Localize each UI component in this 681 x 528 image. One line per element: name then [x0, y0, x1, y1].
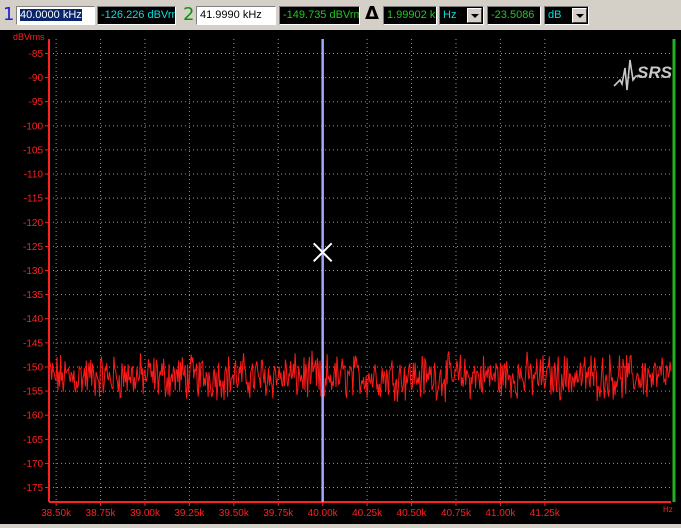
y-axis-label: dBVrms: [13, 32, 45, 42]
delta-icon: Δ: [365, 3, 379, 24]
y-tick-label: -170: [23, 459, 43, 470]
y-tick-label: -100: [23, 121, 43, 132]
cursor2-label: 2: [183, 4, 195, 25]
cursor1-frequency-text: 40.0000 kHz: [20, 9, 82, 21]
cursor1-level-display: -126.226 dBVrms: [97, 6, 176, 25]
delta-frequency-unit-select[interactable]: Hz: [439, 6, 484, 25]
plot-axes: -85 -90 -95 -100 -105 -110 -115 -120 -125 -130 -13…: [23, 39, 671, 519]
chevron-down-icon[interactable]: [572, 8, 587, 23]
x-tick-label: 39.00k: [130, 508, 161, 519]
y-tick-label: -175: [23, 483, 43, 494]
y-tick-label: -95: [29, 97, 44, 108]
y-tick-label: -110: [24, 170, 44, 181]
plot-grid: [49, 39, 671, 502]
x-tick-label: 40.50k: [397, 508, 428, 519]
spectrum-chart[interactable]: dBVrms -85 -90 -95 -100 -105 -110 -115 -120 -125…: [0, 30, 681, 524]
x-tick-label: 40.25k: [352, 508, 383, 519]
cursor1-frequency-input[interactable]: 40.0000 kHz: [16, 6, 95, 25]
noise-floor-trace: [48, 350, 672, 403]
x-tick-label: 40.00k: [308, 508, 339, 519]
y-tick-label: -135: [23, 290, 43, 301]
trace-layer: [48, 350, 672, 403]
x-tick-label: 41.00k: [485, 508, 516, 519]
x-tick-label: 38.75k: [86, 508, 117, 519]
y-tick-label: -85: [29, 49, 44, 60]
delta-frequency-unit-value: Hz: [443, 9, 457, 21]
x-tick-label: 39.75k: [263, 508, 294, 519]
cursor2-frequency-input[interactable]: 41.9990 kHz: [196, 6, 276, 25]
y-tick-label: -160: [23, 411, 43, 422]
cursor1-label: 1: [3, 4, 15, 25]
srs-waveform-logo: SRS: [613, 59, 673, 91]
cursor-readout-toolbar: 1 40.0000 kHz -126.226 dBVrms 2 41.9990 …: [0, 0, 681, 31]
y-tick-label: -155: [23, 387, 43, 398]
y-tick-label: -120: [23, 218, 43, 229]
x-tick-label: 39.25k: [174, 508, 205, 519]
x-axis-unit-label: Hz: [663, 505, 673, 514]
y-tick-label: -150: [23, 362, 43, 373]
y-tick-label: -140: [23, 314, 43, 325]
chevron-down-icon[interactable]: [467, 8, 482, 23]
delta-level-unit-select[interactable]: dB: [544, 6, 589, 25]
y-tick-label: -90: [29, 73, 44, 84]
x-tick-label: 39.50k: [219, 508, 250, 519]
delta-level-unit-value: dB: [548, 9, 562, 21]
y-tick-label: -115: [24, 194, 44, 205]
y-tick-label: -125: [23, 242, 43, 253]
srs-logo-text: SRS: [637, 63, 673, 82]
y-tick-label: -145: [23, 338, 43, 349]
spectrum-plot-area[interactable]: dBVrms -85 -90 -95 -100 -105 -110 -115 -120 -125…: [0, 30, 681, 524]
delta-level-display: -23.5086: [487, 6, 541, 25]
delta-frequency-display: 1.99902 k: [383, 6, 437, 25]
x-tick-label: 38.50k: [41, 508, 72, 519]
x-tick-label: 41.25k: [530, 508, 561, 519]
cursor2-level-display: -149.735 dBVrms: [279, 6, 360, 25]
x-tick-label: 40.75k: [441, 508, 472, 519]
y-tick-label: -165: [23, 435, 43, 446]
y-tick-label: -105: [23, 145, 43, 156]
y-tick-label: -130: [23, 266, 43, 277]
